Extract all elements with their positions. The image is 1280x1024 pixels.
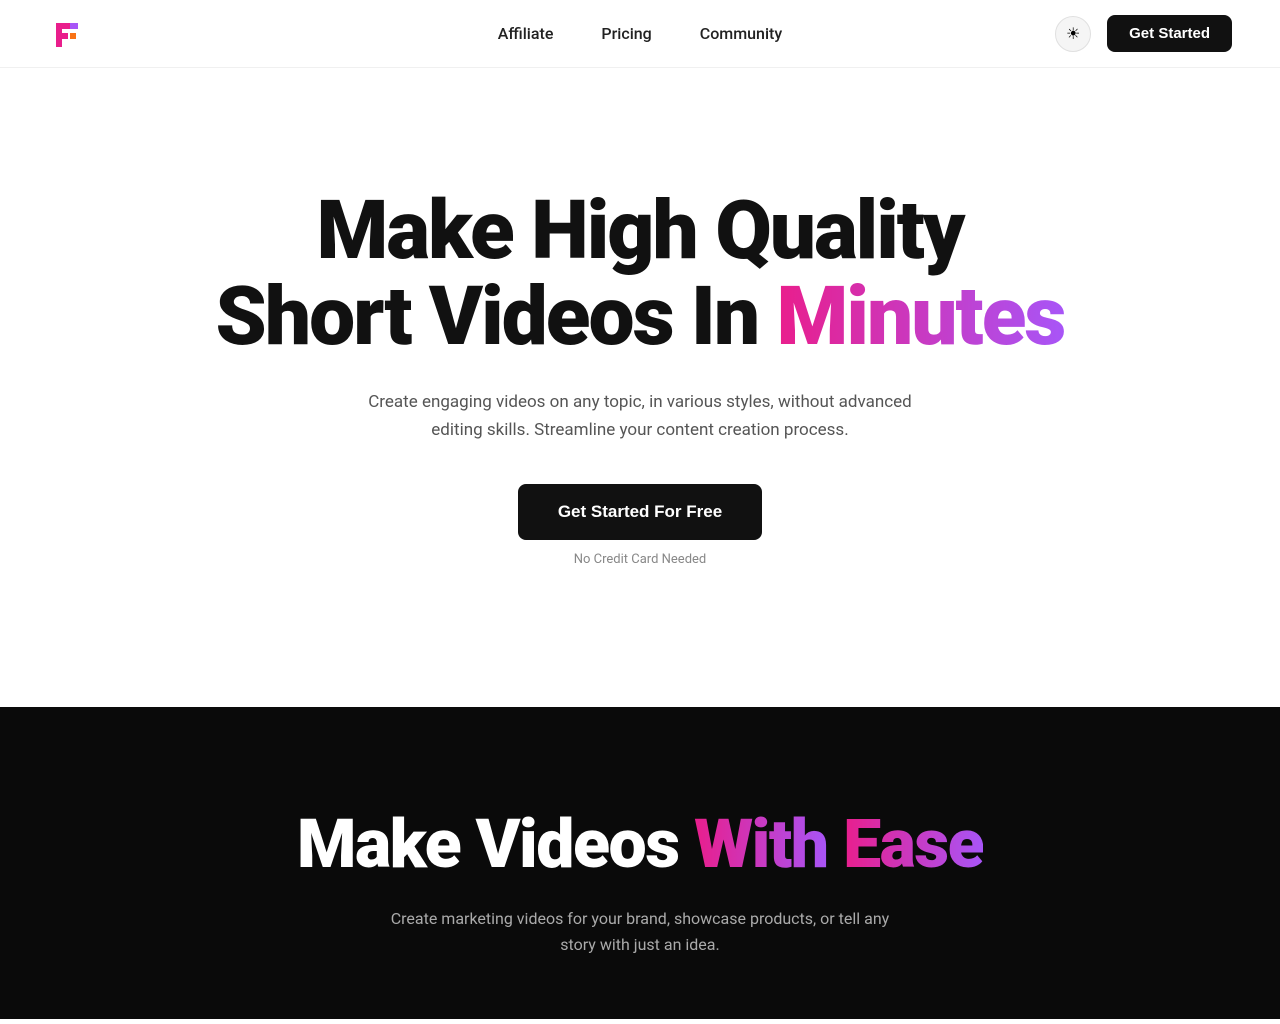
dark-title-space <box>828 804 843 884</box>
dark-section-title: Make Videos With Ease <box>48 807 1232 882</box>
logo-icon <box>48 15 86 53</box>
dark-title-with: With <box>694 804 828 884</box>
nav-link-pricing[interactable]: Pricing <box>601 24 651 43</box>
dark-section-subtitle: Create marketing videos for your brand, … <box>380 906 900 959</box>
hero-section: Make High Quality Short Videos In Minute… <box>0 68 1280 707</box>
nav-link-community[interactable]: Community <box>700 24 782 43</box>
theme-toggle-button[interactable]: ☀ <box>1055 16 1091 52</box>
hero-cta-button[interactable]: Get Started For Free <box>518 484 762 540</box>
hero-cta-group: Get Started For Free No Credit Card Need… <box>518 484 762 567</box>
sun-icon: ☀ <box>1066 24 1080 44</box>
nav-link-affiliate[interactable]: Affiliate <box>498 24 554 43</box>
dark-title-plain: Make Videos <box>297 804 694 884</box>
hero-title-line2-plain: Short Videos In <box>216 269 777 365</box>
hero-title: Make High Quality Short Videos In Minute… <box>216 188 1065 360</box>
nav-actions: ☀ Get Started <box>1055 15 1232 52</box>
dark-section: Make Videos With Ease Create marketing v… <box>0 707 1280 1019</box>
dark-title-ease: Ease <box>843 804 983 884</box>
hero-title-line1: Make High Quality <box>317 183 964 279</box>
no-credit-card-text: No Credit Card Needed <box>574 552 707 567</box>
nav-logo[interactable] <box>48 15 86 53</box>
nav-get-started-button[interactable]: Get Started <box>1107 15 1232 52</box>
hero-title-gradient: Minutes <box>777 269 1065 365</box>
navbar: Affiliate Pricing Community ☀ Get Starte… <box>0 0 1280 68</box>
nav-links: Affiliate Pricing Community <box>498 24 782 43</box>
hero-subtitle: Create engaging videos on any topic, in … <box>360 388 920 444</box>
